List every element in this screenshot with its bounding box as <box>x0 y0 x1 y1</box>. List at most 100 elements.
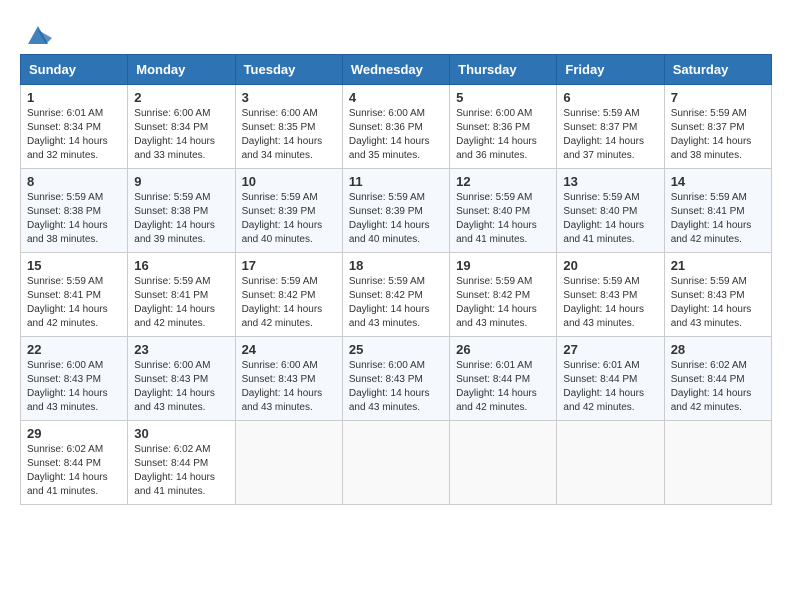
table-row: 14 Sunrise: 5:59 AMSunset: 8:41 PMDayligh… <box>664 169 771 253</box>
day-number: 27 <box>563 342 657 357</box>
cell-info: Sunrise: 5:59 AMSunset: 8:42 PMDaylight:… <box>456 275 550 331</box>
table-row: 7 Sunrise: 5:59 AMSunset: 8:37 PMDaylight… <box>664 85 771 169</box>
col-monday: Monday <box>128 55 235 85</box>
day-number: 25 <box>349 342 443 357</box>
day-number: 1 <box>27 90 121 105</box>
cell-info: Sunrise: 6:02 AMSunset: 8:44 PMDaylight:… <box>134 443 228 499</box>
table-row <box>342 421 449 505</box>
col-thursday: Thursday <box>450 55 557 85</box>
day-number: 8 <box>27 174 121 189</box>
calendar-header-row: Sunday Monday Tuesday Wednesday Thursday… <box>21 55 772 85</box>
cell-info: Sunrise: 5:59 AMSunset: 8:42 PMDaylight:… <box>242 275 336 331</box>
cell-info: Sunrise: 5:59 AMSunset: 8:39 PMDaylight:… <box>242 191 336 247</box>
cell-info: Sunrise: 5:59 AMSunset: 8:41 PMDaylight:… <box>134 275 228 331</box>
day-number: 18 <box>349 258 443 273</box>
day-number: 30 <box>134 426 228 441</box>
day-number: 6 <box>563 90 657 105</box>
cell-info: Sunrise: 6:01 AMSunset: 8:34 PMDaylight:… <box>27 107 121 163</box>
day-number: 3 <box>242 90 336 105</box>
col-saturday: Saturday <box>664 55 771 85</box>
day-number: 15 <box>27 258 121 273</box>
table-row: 1 Sunrise: 6:01 AMSunset: 8:34 PMDaylight… <box>21 85 128 169</box>
cell-info: Sunrise: 6:01 AMSunset: 8:44 PMDaylight:… <box>563 359 657 415</box>
calendar-week-row: 1 Sunrise: 6:01 AMSunset: 8:34 PMDaylight… <box>21 85 772 169</box>
cell-info: Sunrise: 6:01 AMSunset: 8:44 PMDaylight:… <box>456 359 550 415</box>
col-wednesday: Wednesday <box>342 55 449 85</box>
cell-info: Sunrise: 5:59 AMSunset: 8:41 PMDaylight:… <box>671 191 765 247</box>
table-row: 22 Sunrise: 6:00 AMSunset: 8:43 PMDayligh… <box>21 337 128 421</box>
day-number: 23 <box>134 342 228 357</box>
table-row: 4 Sunrise: 6:00 AMSunset: 8:36 PMDaylight… <box>342 85 449 169</box>
logo <box>20 20 52 44</box>
day-number: 9 <box>134 174 228 189</box>
table-row: 15 Sunrise: 5:59 AMSunset: 8:41 PMDayligh… <box>21 253 128 337</box>
table-row <box>235 421 342 505</box>
cell-info: Sunrise: 5:59 AMSunset: 8:42 PMDaylight:… <box>349 275 443 331</box>
cell-info: Sunrise: 5:59 AMSunset: 8:39 PMDaylight:… <box>349 191 443 247</box>
cell-info: Sunrise: 5:59 AMSunset: 8:37 PMDaylight:… <box>671 107 765 163</box>
day-number: 14 <box>671 174 765 189</box>
table-row: 5 Sunrise: 6:00 AMSunset: 8:36 PMDaylight… <box>450 85 557 169</box>
cell-info: Sunrise: 6:02 AMSunset: 8:44 PMDaylight:… <box>27 443 121 499</box>
cell-info: Sunrise: 5:59 AMSunset: 8:40 PMDaylight:… <box>563 191 657 247</box>
table-row <box>557 421 664 505</box>
table-row: 23Sunrise: 6:00 AMSunset: 8:43 PMDayligh… <box>128 337 235 421</box>
cell-info: Sunrise: 6:00 AMSunset: 8:36 PMDaylight:… <box>456 107 550 163</box>
logo-icon <box>24 20 52 48</box>
cell-info: Sunrise: 5:59 AMSunset: 8:37 PMDaylight:… <box>563 107 657 163</box>
table-row: 27 Sunrise: 6:01 AMSunset: 8:44 PMDayligh… <box>557 337 664 421</box>
day-number: 12 <box>456 174 550 189</box>
table-row: 6 Sunrise: 5:59 AMSunset: 8:37 PMDaylight… <box>557 85 664 169</box>
table-row: 24Sunrise: 6:00 AMSunset: 8:43 PMDayligh… <box>235 337 342 421</box>
day-number: 26 <box>456 342 550 357</box>
table-row: 25 Sunrise: 6:00 AMSunset: 8:43 PMDayligh… <box>342 337 449 421</box>
day-number: 16 <box>134 258 228 273</box>
cell-info: Sunrise: 5:59 AMSunset: 8:38 PMDaylight:… <box>134 191 228 247</box>
cell-info: Sunrise: 5:59 AMSunset: 8:43 PMDaylight:… <box>563 275 657 331</box>
table-row: 21 Sunrise: 5:59 AMSunset: 8:43 PMDayligh… <box>664 253 771 337</box>
day-number: 4 <box>349 90 443 105</box>
table-row: 9 Sunrise: 5:59 AMSunset: 8:38 PMDaylight… <box>128 169 235 253</box>
day-number: 10 <box>242 174 336 189</box>
table-row: 30 Sunrise: 6:02 AMSunset: 8:44 PMDayligh… <box>128 421 235 505</box>
cell-info: Sunrise: 6:00 AMSunset: 8:34 PMDaylight:… <box>134 107 228 163</box>
day-number: 28 <box>671 342 765 357</box>
table-row: 3Sunrise: 6:00 AMSunset: 8:35 PMDaylight… <box>235 85 342 169</box>
table-row: 12 Sunrise: 5:59 AMSunset: 8:40 PMDayligh… <box>450 169 557 253</box>
cell-info: Sunrise: 5:59 AMSunset: 8:43 PMDaylight:… <box>671 275 765 331</box>
table-row: 17 Sunrise: 5:59 AMSunset: 8:42 PMDayligh… <box>235 253 342 337</box>
day-number: 17 <box>242 258 336 273</box>
calendar-week-row: 29 Sunrise: 6:02 AMSunset: 8:44 PMDayligh… <box>21 421 772 505</box>
table-row <box>450 421 557 505</box>
day-number: 29 <box>27 426 121 441</box>
day-number: 21 <box>671 258 765 273</box>
day-number: 7 <box>671 90 765 105</box>
calendar-table: Sunday Monday Tuesday Wednesday Thursday… <box>20 54 772 505</box>
day-number: 19 <box>456 258 550 273</box>
cell-info: Sunrise: 5:59 AMSunset: 8:40 PMDaylight:… <box>456 191 550 247</box>
cell-info: Sunrise: 6:02 AMSunset: 8:44 PMDaylight:… <box>671 359 765 415</box>
day-number: 2 <box>134 90 228 105</box>
col-friday: Friday <box>557 55 664 85</box>
page-header <box>20 20 772 44</box>
table-row: 16 Sunrise: 5:59 AMSunset: 8:41 PMDayligh… <box>128 253 235 337</box>
day-number: 22 <box>27 342 121 357</box>
table-row: 18 Sunrise: 5:59 AMSunset: 8:42 PMDayligh… <box>342 253 449 337</box>
table-row: 26 Sunrise: 6:01 AMSunset: 8:44 PMDayligh… <box>450 337 557 421</box>
table-row <box>664 421 771 505</box>
day-number: 20 <box>563 258 657 273</box>
cell-info: Sunrise: 6:00 AMSunset: 8:36 PMDaylight:… <box>349 107 443 163</box>
col-sunday: Sunday <box>21 55 128 85</box>
cell-info: Sunrise: 6:00 AMSunset: 8:43 PMDaylight:… <box>349 359 443 415</box>
cell-info: Sunrise: 6:00 AMSunset: 8:43 PMDaylight:… <box>27 359 121 415</box>
table-row: 20 Sunrise: 5:59 AMSunset: 8:43 PMDayligh… <box>557 253 664 337</box>
table-row: 28 Sunrise: 6:02 AMSunset: 8:44 PMDayligh… <box>664 337 771 421</box>
table-row: 29 Sunrise: 6:02 AMSunset: 8:44 PMDayligh… <box>21 421 128 505</box>
table-row: 2 Sunrise: 6:00 AMSunset: 8:34 PMDaylight… <box>128 85 235 169</box>
day-number: 24 <box>242 342 336 357</box>
day-number: 13 <box>563 174 657 189</box>
table-row: 8Sunrise: 5:59 AMSunset: 8:38 PMDaylight… <box>21 169 128 253</box>
table-row: 19 Sunrise: 5:59 AMSunset: 8:42 PMDayligh… <box>450 253 557 337</box>
day-number: 5 <box>456 90 550 105</box>
cell-info: Sunrise: 5:59 AMSunset: 8:41 PMDaylight:… <box>27 275 121 331</box>
